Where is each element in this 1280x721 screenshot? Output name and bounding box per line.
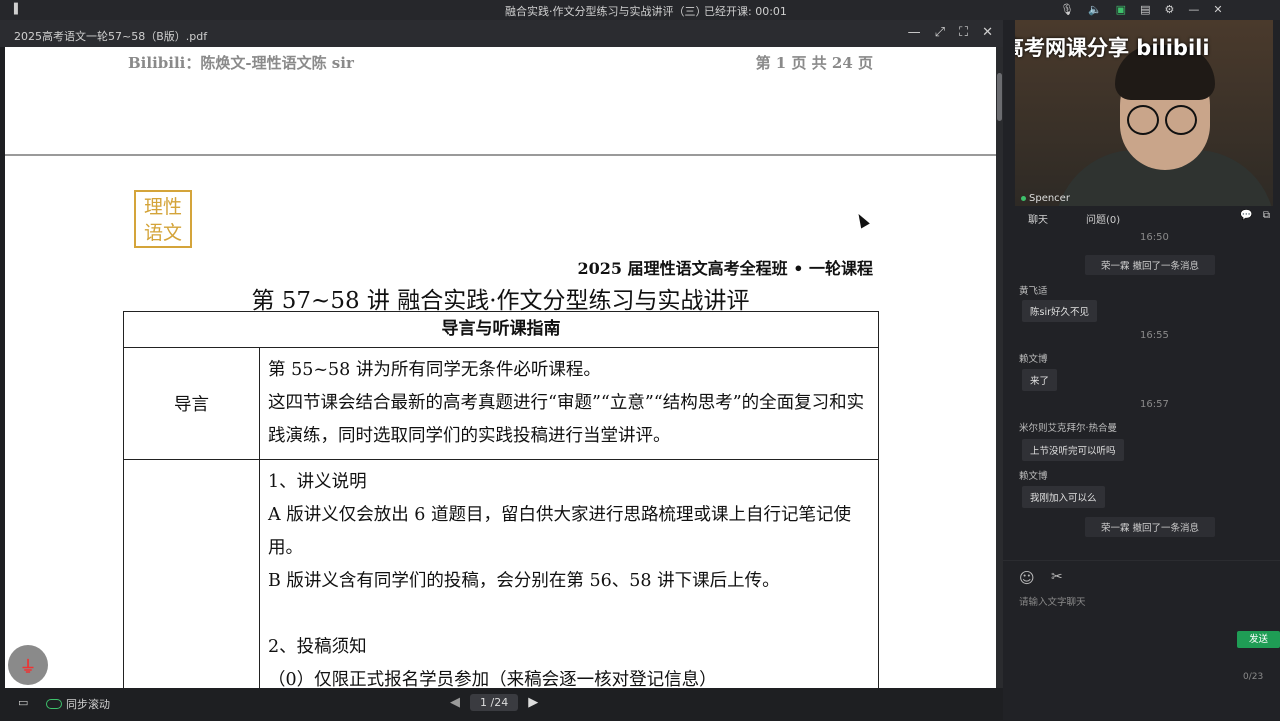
toggle-icon: [46, 699, 62, 709]
row-body-guide: 1、讲义说明 A 版讲义仅会放出 6 道题目，留白供大家进行思路梳理或课上自行记…: [259, 459, 879, 688]
row-label-empty: [123, 459, 260, 688]
top-bar: ▐ 融合实践·作文分型练习与实战讲评（三） 已经开课: 00:01 🎙 🔈 ▣ …: [0, 0, 1280, 20]
tab-chat[interactable]: 聊天: [1028, 211, 1048, 226]
sync-scroll-label: 同步滚动: [66, 698, 110, 711]
row-body-intro: 第 55~58 讲为所有同学无条件必听课程。 这四节课会结合最新的高考真题进行“…: [259, 347, 879, 460]
popout-icon[interactable]: ⧉: [1263, 210, 1270, 221]
chat-tabs: 聊天 问题(0) 💬 ⧉: [1003, 210, 1280, 226]
chat-bubble: 上节没听完可以听吗: [1022, 439, 1124, 461]
pdf-icon[interactable]: ⏚: [8, 645, 48, 685]
text-line: A 版讲义仅会放出 6 道题目，留白供大家进行思路梳理或课上自行记笔记使用。: [268, 505, 851, 558]
text-line: 2、投稿须知: [268, 637, 367, 657]
mouse-cursor-icon: [854, 211, 870, 229]
text-line: 1、讲义说明: [268, 472, 367, 492]
next-page-icon[interactable]: ▶: [528, 695, 538, 710]
course-title: 2025 届理性语文高考全程班 • 一轮课程: [577, 259, 873, 278]
minimize-icon[interactable]: —: [1188, 3, 1199, 16]
pager: ◀ 1 /24 ▶: [450, 694, 538, 711]
text-line: 这四节课会结合最新的高考真题进行“审题”“立意”“结构思考”的全面复习和实践演练…: [268, 393, 865, 446]
scissors-icon[interactable]: ✂: [1051, 569, 1063, 585]
camera-view: 高考网课分享 bilibili Spencer: [1015, 20, 1273, 206]
fullscreen-icon[interactable]: ⛶: [959, 25, 968, 40]
chat-time: 16:55: [1140, 330, 1169, 341]
restore-icon[interactable]: ⤢: [935, 25, 945, 40]
chat-time: 16:57: [1140, 399, 1169, 410]
row-label-intro: 导言: [123, 347, 260, 460]
live-dot-icon: [1021, 196, 1026, 201]
signal-icon: ▐: [10, 4, 18, 15]
chat-sender: 米尔则艾克拜尔·热合曼: [1019, 423, 1118, 434]
chat-input[interactable]: 请输入文字聊天: [1019, 594, 1086, 608]
text-line: 第 55~58 讲为所有同学无条件必听课程。: [268, 360, 601, 380]
page-header-left: Bilibili：陈焕文-理性语文陈 sir: [128, 54, 354, 72]
table-title: 导言与听课指南: [123, 311, 879, 348]
top-tools: 🎙 🔈 ▣ ▤ ⚙ — ✕: [1060, 3, 1223, 16]
document-window-bar: 2025高考语文一轮57~58（B版）.pdf — ⤢ ⛶ ✕: [0, 20, 1003, 47]
text-line: B 版讲义含有同学们的投稿，会分别在第 56、58 讲下课后上传。: [268, 571, 780, 591]
send-button[interactable]: 发送: [1237, 631, 1280, 648]
document-scrollbar[interactable]: [996, 47, 1003, 688]
chat-sender: 赖文博: [1019, 471, 1048, 482]
guide-table: 导言与听课指南 导言 第 55~58 讲为所有同学无条件必听课程。 这四节课会结…: [123, 311, 879, 688]
page-indicator[interactable]: 1 /24: [470, 694, 519, 711]
logo-line-2: 语文: [143, 222, 182, 244]
close-icon[interactable]: ✕: [1213, 3, 1222, 16]
glasses-icon: [1165, 105, 1197, 135]
speaker-label: Spencer: [1021, 193, 1070, 204]
text-line: （0）仅限正式报名学员参加（来稿会逐一核对登记信息）: [268, 670, 717, 688]
record-icon[interactable]: ▣: [1116, 3, 1126, 16]
microphone-icon[interactable]: 🎙: [1060, 3, 1074, 16]
speaker-name: Spencer: [1029, 193, 1070, 204]
chat-sender: 黄飞适: [1019, 286, 1048, 297]
sidebar-toggle-icon[interactable]: ▭: [18, 696, 28, 709]
chat-bubble: 我刚加入可以么: [1022, 486, 1105, 508]
minimize-icon[interactable]: —: [908, 25, 921, 40]
lecture-title: 第 57~58 讲 融合实践·作文分型练习与实战讲评: [251, 288, 750, 314]
chat-time: 16:50: [1140, 232, 1169, 243]
comment-icon[interactable]: 💬: [1240, 210, 1252, 221]
class-timer: 已经开课: 00:01: [704, 5, 787, 18]
char-count: 0/23: [1243, 672, 1264, 682]
emoji-icon[interactable]: ☺: [1019, 569, 1035, 587]
tab-questions[interactable]: 问题(0): [1086, 211, 1120, 226]
chat-sender: 赖文博: [1019, 354, 1048, 365]
brand-logo: 理性 语文: [134, 190, 192, 248]
chat-system: 荣一霖 撤回了一条消息: [1085, 517, 1216, 537]
chat-bubble: 陈sir好久不见: [1022, 300, 1097, 322]
prev-page-icon[interactable]: ◀: [450, 695, 460, 710]
chat-system: 荣一霖 撤回了一条消息: [1085, 255, 1216, 275]
watermark: 高考网课分享 bilibili: [1015, 36, 1210, 60]
layout-icon[interactable]: ▤: [1140, 3, 1150, 16]
bottom-bar: ▭ 同步滚动 ◀ 1 /24 ▶: [0, 688, 1003, 720]
class-title: 融合实践·作文分型练习与实战讲评（三）: [505, 5, 707, 18]
settings-icon[interactable]: ⚙: [1164, 3, 1174, 16]
close-icon[interactable]: ✕: [982, 25, 993, 40]
header-divider: [5, 154, 996, 156]
chat-bubble: 来了: [1022, 369, 1058, 391]
logo-line-1: 理性: [143, 196, 182, 218]
scroll-thumb[interactable]: [997, 73, 1002, 121]
document-filename: 2025高考语文一轮57~58（B版）.pdf: [14, 30, 208, 43]
speaker-icon[interactable]: 🔈: [1088, 3, 1102, 16]
glasses-icon: [1127, 105, 1159, 135]
page-header-right: 第 1 页 共 24 页: [755, 54, 873, 72]
document-page[interactable]: Bilibili：陈焕文-理性语文陈 sir 第 1 页 共 24 页 理性 语…: [5, 47, 996, 688]
text-line: [268, 598, 870, 631]
sync-scroll-toggle[interactable]: 同步滚动: [46, 696, 110, 712]
